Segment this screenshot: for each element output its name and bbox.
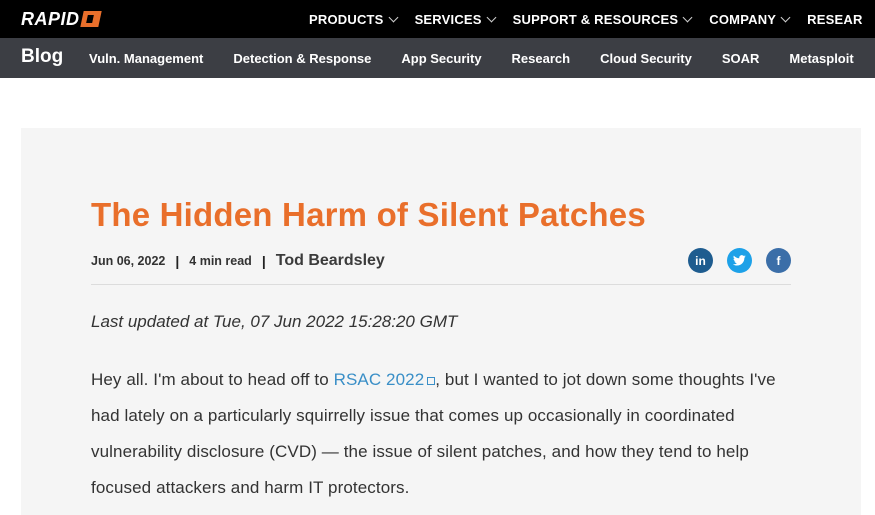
rsac-link-label: RSAC 2022 [333,370,425,389]
topnav-research[interactable]: RESEAR [807,12,862,27]
blognav-cloud-security[interactable]: Cloud Security [600,51,692,66]
logo-text: RAPID [21,8,80,29]
topnav-label: SERVICES [414,11,482,27]
rapid7-logo[interactable]: RAPID [21,8,102,29]
facebook-icon: f [776,253,781,268]
topnav-company[interactable]: COMPANY [709,11,791,27]
twitter-icon [733,255,746,266]
topnav-label: SUPPORT & RESOURCES [512,11,679,27]
linkedin-share-button[interactable]: in [688,248,713,273]
topnav-services[interactable]: SERVICES [414,11,497,27]
chevron-down-icon [780,12,791,22]
blognav-vuln-management[interactable]: Vuln. Management [89,51,203,66]
publish-date: Jun 06, 2022 [91,254,166,268]
logo-seven-mark [79,11,102,27]
author-name[interactable]: Tod Beardsley [276,252,385,270]
read-time: 4 min read [189,254,252,268]
meta-separator: | [175,253,180,269]
blog-navigation: Blog Vuln. Management Detection & Respon… [0,38,875,78]
linkedin-icon: in [695,253,706,268]
chevron-down-icon [486,12,497,22]
blognav-detection-response[interactable]: Detection & Response [233,51,371,66]
blognav-app-security[interactable]: App Security [401,51,481,66]
last-updated: Last updated at Tue, 07 Jun 2022 15:28:2… [91,312,458,331]
topnav-label: RESEAR [807,11,863,27]
chevron-down-icon [682,12,693,22]
blognav-research[interactable]: Research [512,51,571,66]
topnav-label: COMPANY [709,11,777,27]
blog-home-link[interactable]: Blog [21,46,63,68]
topnav-label: PRODUCTS [309,11,384,27]
blognav-metasploit[interactable]: Metasploit [789,51,853,66]
external-link-icon [427,377,436,385]
topnav-products[interactable]: PRODUCTS [309,11,399,27]
blog-category-menu: Vuln. Management Detection & Response Ap… [89,38,875,78]
rsac-2022-link[interactable]: RSAC 2022 [334,370,436,389]
facebook-share-button[interactable]: f [766,248,791,273]
meta-divider [91,284,791,285]
chevron-down-icon [388,12,399,22]
meta-separator: | [261,253,266,269]
top-navigation: RAPID PRODUCTS SERVICES SUPPORT & RESOUR… [0,0,875,38]
top-menu: PRODUCTS SERVICES SUPPORT & RESOURCES CO… [309,0,875,38]
intro-text-after-link: , but I wanted to jot down some thoughts… [91,370,776,497]
blognav-soar[interactable]: SOAR [722,51,760,66]
twitter-share-button[interactable] [727,248,752,273]
article-intro-paragraph: Hey all. I'm about to head off to RSAC 2… [91,362,791,506]
topnav-support-resources[interactable]: SUPPORT & RESOURCES [512,11,693,27]
article-meta: Jun 06, 2022 | 4 min read | Tod Beardsle… [91,250,385,272]
intro-text-before-link: Hey all. I'm about to head off to [91,370,334,389]
article-title: The Hidden Harm of Silent Patches [91,196,646,233]
